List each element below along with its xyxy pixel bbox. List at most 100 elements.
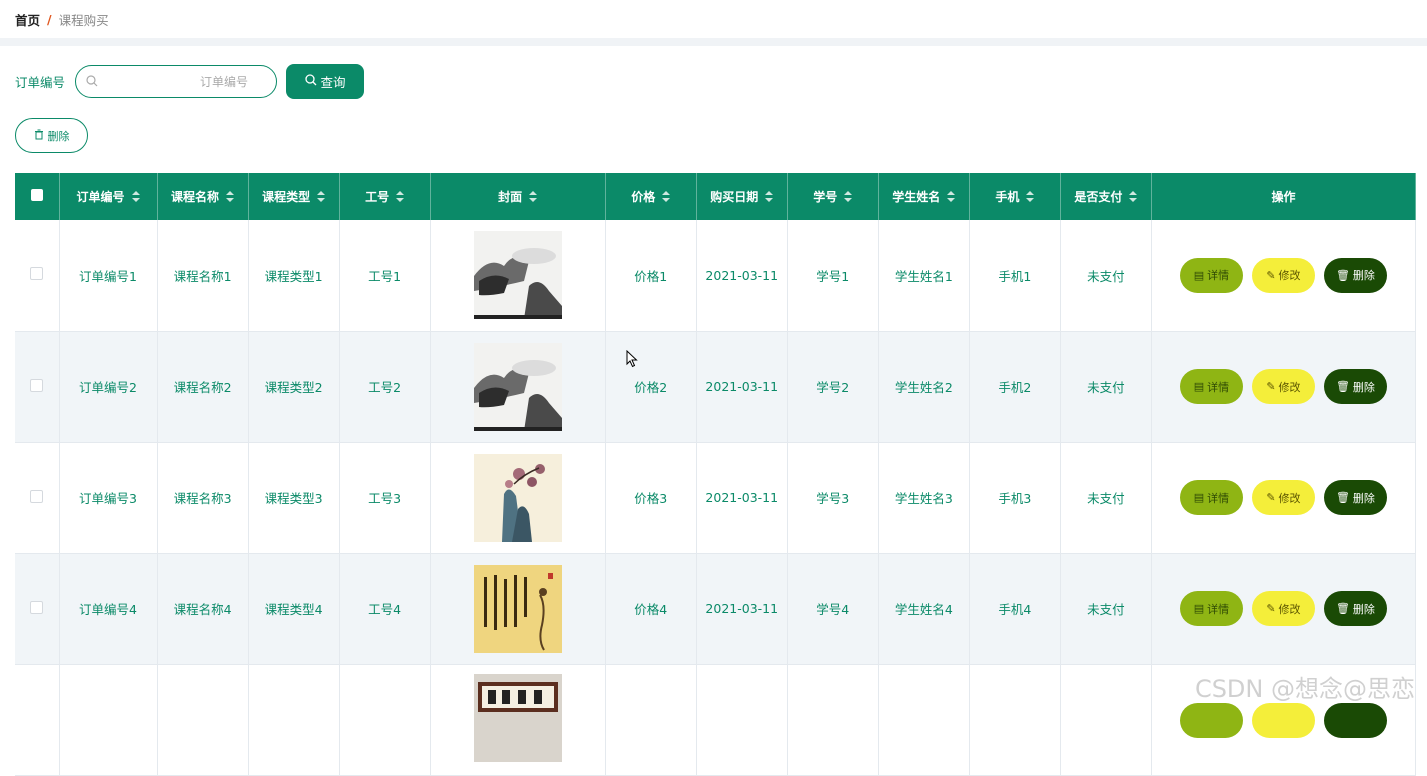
sort-icon[interactable]: [529, 190, 538, 205]
cell-actions: ▤ 详情 ✎ 修改 🗑 删除: [1151, 442, 1417, 554]
search-input[interactable]: [100, 66, 271, 97]
column-header-phone[interactable]: 手机: [969, 173, 1061, 220]
pencil-icon: ✎: [1266, 380, 1276, 393]
pencil-icon: ✎: [1266, 268, 1276, 282]
cell-course-type: [248, 664, 340, 776]
breadcrumb-separator: /: [47, 11, 52, 27]
column-header-price[interactable]: 价格: [605, 173, 697, 220]
column-header-date[interactable]: 购买日期: [696, 173, 788, 220]
column-header-order-no[interactable]: 订单编号: [59, 173, 158, 220]
detail-button[interactable]: ▤ 详情: [1179, 257, 1243, 293]
sort-icon[interactable]: [1026, 190, 1035, 205]
sort-icon[interactable]: [662, 190, 671, 205]
cell-course-name: [157, 664, 249, 776]
row-checkbox[interactable]: [30, 267, 44, 281]
delete-button[interactable]: 🗑 删除: [1323, 591, 1387, 626]
column-header-paid[interactable]: 是否支付: [1060, 173, 1152, 220]
cell-paid: 未支付: [1060, 442, 1152, 554]
detail-button[interactable]: ▤ 详情: [1179, 480, 1243, 515]
trash-icon: 🗑: [1335, 602, 1350, 615]
batch-delete-button[interactable]: 删除: [15, 118, 88, 153]
cell-phone: 手机4: [969, 553, 1061, 665]
cover-image[interactable]: [473, 673, 562, 762]
cell-price: 价格3: [605, 442, 697, 554]
cell-course-type: 课程类型1: [248, 220, 340, 332]
delete-button[interactable]: 🗑 删除: [1323, 480, 1387, 515]
row-checkbox[interactable]: [30, 600, 44, 614]
table-header: 订单编号 课程名称 课程类型 工号 封面 价格 购买日期 学号 学生姓名 手机 …: [15, 173, 1417, 220]
cover-image[interactable]: [473, 342, 562, 431]
cover-image[interactable]: [473, 564, 562, 653]
cell-price: 价格2: [605, 331, 697, 443]
sort-icon[interactable]: [131, 190, 140, 205]
cell-order-no: 订单编号1: [59, 220, 158, 332]
cell-paid: 未支付: [1060, 553, 1152, 665]
cell-staff-no: [339, 664, 431, 776]
breadcrumb-home[interactable]: 首页: [15, 10, 40, 29]
column-header-actions: 操作: [1151, 173, 1417, 220]
cell-staff-no: 工号3: [339, 442, 431, 554]
cell-staff-no: 工号1: [339, 220, 431, 332]
edit-button[interactable]: ✎ 修改: [1251, 257, 1315, 293]
detail-button[interactable]: ▤ 详情: [1179, 591, 1243, 626]
cell-paid: 未支付: [1060, 220, 1152, 332]
cell-date: 2021-03-11: [696, 331, 788, 443]
delete-button[interactable]: 🗑 删除: [1323, 369, 1387, 404]
cell-cover: [430, 664, 606, 776]
sort-icon[interactable]: [226, 190, 235, 205]
edit-button[interactable]: ✎ 修改: [1251, 480, 1315, 515]
search-icon: [304, 74, 317, 89]
top-bar: 首页 / 课程购买: [0, 0, 1427, 38]
table-row: 订单编号1 课程名称1 课程类型1 工号1 价格1 2021-03-11 学号1…: [15, 220, 1417, 332]
cell-actions: ▤ 详情 ✎ 修改 🗑 删除: [1151, 553, 1417, 665]
breadcrumb-current: 课程购买: [58, 12, 109, 28]
header-divider: [0, 38, 1427, 46]
row-select-cell: [15, 442, 60, 554]
cover-image[interactable]: [473, 453, 562, 542]
sort-icon[interactable]: [317, 190, 326, 205]
sort-icon[interactable]: [947, 190, 956, 205]
cell-course-type: 课程类型2: [248, 331, 340, 443]
cell-phone: 手机3: [969, 442, 1061, 554]
edit-button[interactable]: [1251, 702, 1315, 738]
edit-button[interactable]: ✎ 修改: [1251, 369, 1315, 404]
row-checkbox[interactable]: [30, 489, 44, 503]
column-header-staff-no[interactable]: 工号: [339, 173, 431, 220]
sort-icon[interactable]: [396, 190, 405, 205]
search-form: 订单编号 查询: [15, 64, 365, 99]
cell-course-name: 课程名称3: [157, 442, 249, 554]
edit-button[interactable]: ✎ 修改: [1251, 591, 1315, 626]
cover-image[interactable]: [473, 231, 562, 320]
cell-student-name: 学生姓名4: [878, 553, 970, 665]
detail-button[interactable]: ▤ 详情: [1179, 369, 1243, 404]
column-header-course-type[interactable]: 课程类型: [248, 173, 340, 220]
trash-icon: 🗑: [1335, 491, 1350, 504]
cell-date: [696, 664, 788, 776]
document-icon: ▤: [1193, 380, 1205, 393]
detail-button[interactable]: [1179, 702, 1243, 738]
column-header-student-no[interactable]: 学号: [787, 173, 879, 220]
query-button[interactable]: 查询: [286, 64, 365, 99]
cell-staff-no: 工号4: [339, 553, 431, 665]
delete-button[interactable]: 🗑 删除: [1323, 257, 1387, 293]
delete-button[interactable]: [1323, 702, 1387, 738]
search-field[interactable]: [75, 65, 278, 98]
sort-icon[interactable]: [1129, 190, 1138, 205]
trash-icon: 🗑: [1335, 380, 1350, 393]
sort-icon[interactable]: [765, 190, 774, 205]
cell-date: 2021-03-11: [696, 442, 788, 554]
cell-cover: [430, 442, 606, 554]
cell-student-name: 学生姓名1: [878, 220, 970, 332]
select-all-checkbox[interactable]: [30, 189, 43, 201]
column-header-cover[interactable]: 封面: [430, 173, 606, 220]
row-select-cell: [15, 220, 60, 332]
column-header-student-name[interactable]: 学生姓名: [878, 173, 970, 220]
cell-student-no: 学号2: [787, 331, 879, 443]
cell-paid: 未支付: [1060, 331, 1152, 443]
cell-student-name: 学生姓名3: [878, 442, 970, 554]
cell-price: 价格4: [605, 553, 697, 665]
cell-price: 价格1: [605, 220, 697, 332]
sort-icon[interactable]: [844, 190, 853, 205]
column-header-course-name[interactable]: 课程名称: [157, 173, 249, 220]
row-checkbox[interactable]: [30, 378, 44, 392]
